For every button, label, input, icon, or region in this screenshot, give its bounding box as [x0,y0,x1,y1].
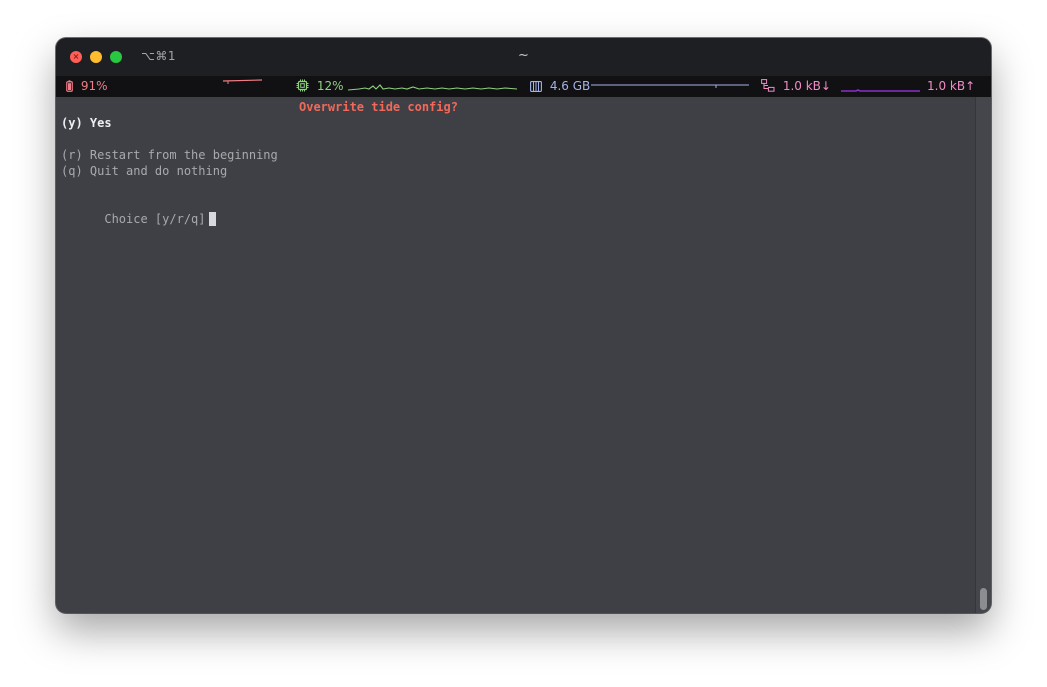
memory-used: 4.6 GB [549,79,591,93]
choice-line[interactable]: Choice [y/r/q] [61,195,216,243]
scrollbar[interactable] [975,97,991,613]
cpu-percent: 12% [316,79,344,93]
cpu-icon [296,79,309,92]
network-down-rate: 1.0 kB↓ [782,79,831,93]
terminal-window: × ⌥⌘1 ~ 91% 12% 4.6 GB 1.0 kB↓ 1.0 kB↑ O… [56,38,991,613]
prompt-title: Overwrite tide config? [299,100,458,114]
memory-icon [530,81,542,92]
network-icon [761,79,775,92]
battery-graph [222,79,263,84]
cpu-graph [347,84,518,91]
cpu-status: 12% [296,79,344,94]
option-yes: (y) Yes [61,116,112,130]
choice-prompt: Choice [y/r/q] [104,212,206,226]
text-cursor [208,212,216,226]
memory-status: 4.6 GB [530,79,590,94]
network-up-status: 1.0 kB↑ [927,79,975,94]
title-bar: × ⌥⌘1 ~ [56,38,991,76]
scrollbar-thumb[interactable] [980,588,987,610]
battery-percent: 91% [80,79,108,93]
option-restart: (r) Restart from the beginning [61,148,278,162]
status-bar: 91% 12% 4.6 GB 1.0 kB↓ 1.0 kB↑ [56,76,991,97]
terminal-output[interactable]: Overwrite tide config? (y) Yes (r) Resta… [56,97,976,613]
window-title: ~ [518,48,529,63]
battery-status: 91% [66,79,108,94]
network-down-status: 1.0 kB↓ [761,79,831,94]
battery-icon [66,80,73,92]
network-up-rate: 1.0 kB↑ [927,79,976,93]
network-graph [841,89,920,92]
option-quit: (q) Quit and do nothing [61,164,228,178]
memory-graph [591,84,749,88]
